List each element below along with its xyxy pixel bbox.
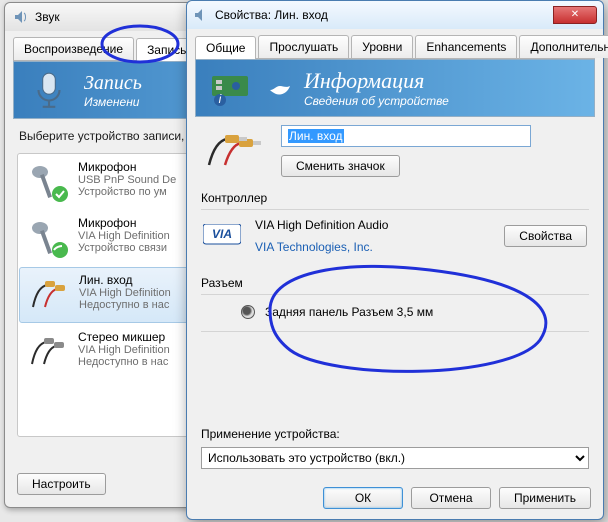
line-in-icon bbox=[27, 273, 71, 317]
properties-window: Свойства: Лин. вход ✕ Общие Прослушать У… bbox=[186, 0, 604, 520]
device-sub: Устройство связи bbox=[78, 242, 170, 254]
dove-icon bbox=[268, 76, 292, 100]
banner-title: Информация bbox=[304, 68, 449, 94]
device-sub: USB PnP Sound De bbox=[78, 174, 176, 186]
device-name: Стерео микшер bbox=[78, 330, 170, 344]
banner-title: Запись bbox=[84, 72, 142, 95]
device-sub: Устройство по ум bbox=[78, 186, 176, 198]
configure-button[interactable]: Настроить bbox=[17, 473, 106, 495]
controller-name: VIA High Definition Audio bbox=[255, 218, 490, 232]
jack-text: Задняя панель Разъем 3,5 мм bbox=[265, 305, 433, 319]
microphone-icon bbox=[28, 69, 70, 111]
microphone-icon bbox=[26, 160, 70, 204]
controller-label: Контроллер bbox=[201, 191, 589, 205]
device-sub: Недоступно в нас bbox=[78, 356, 170, 368]
usage-section: Применение устройства: Использовать это … bbox=[201, 427, 589, 469]
general-content: Лин. вход Сменить значок Контроллер VIA … bbox=[201, 125, 589, 332]
usage-label: Применение устройства: bbox=[201, 427, 589, 441]
tab-playback[interactable]: Воспроизведение bbox=[13, 37, 134, 60]
svg-text:i: i bbox=[219, 92, 222, 106]
banner-subtitle: Сведения об устройстве bbox=[304, 94, 449, 108]
svg-text:VIA: VIA bbox=[212, 227, 232, 241]
tab-advanced[interactable]: Дополнительно bbox=[519, 35, 608, 58]
sound-title: Звук bbox=[35, 10, 60, 24]
usage-select[interactable]: Использовать это устройство (вкл.) bbox=[201, 447, 589, 469]
props-titlebar: Свойства: Лин. вход ✕ bbox=[187, 1, 603, 29]
change-icon-button[interactable]: Сменить значок bbox=[281, 155, 400, 177]
device-name: Микрофон bbox=[78, 216, 170, 230]
tab-levels[interactable]: Уровни bbox=[351, 35, 413, 58]
banner-subtitle: Изменени bbox=[84, 95, 142, 109]
device-name-input[interactable]: Лин. вход bbox=[281, 125, 531, 147]
device-sub: VIA High Definition bbox=[78, 344, 170, 356]
device-name: Микрофон bbox=[78, 160, 176, 174]
tab-general[interactable]: Общие bbox=[195, 36, 256, 59]
tab-enhancements[interactable]: Enhancements bbox=[415, 35, 517, 58]
line-in-icon bbox=[201, 125, 265, 173]
jack-label: Разъем bbox=[201, 276, 589, 290]
props-title: Свойства: Лин. вход bbox=[215, 8, 328, 22]
jack-dot-icon bbox=[241, 305, 255, 319]
via-logo-icon: VIA bbox=[203, 224, 241, 248]
tab-listen[interactable]: Прослушать bbox=[258, 35, 349, 58]
device-sub: VIA High Definition bbox=[78, 230, 170, 242]
controller-properties-button[interactable]: Свойства bbox=[504, 225, 587, 247]
stereo-mix-icon bbox=[26, 330, 70, 374]
dialog-buttons: ОК Отмена Применить bbox=[323, 487, 591, 509]
apply-button[interactable]: Применить bbox=[499, 487, 591, 509]
soundcard-icon: i bbox=[210, 68, 256, 108]
info-banner: i Информация Сведения об устройстве bbox=[195, 59, 595, 117]
device-name: Лин. вход bbox=[79, 273, 171, 287]
ok-button[interactable]: ОК bbox=[323, 487, 403, 509]
microphone-icon bbox=[26, 216, 70, 260]
device-sub: VIA High Definition bbox=[79, 287, 171, 299]
speaker-icon bbox=[193, 7, 209, 23]
close-button[interactable]: ✕ bbox=[553, 6, 597, 24]
device-sub: Недоступно в нас bbox=[79, 299, 171, 311]
props-tabs: Общие Прослушать Уровни Enhancements Доп… bbox=[195, 35, 595, 59]
cancel-button[interactable]: Отмена bbox=[411, 487, 491, 509]
controller-link[interactable]: VIA Technologies, Inc. bbox=[255, 240, 490, 254]
speaker-icon bbox=[13, 9, 29, 25]
